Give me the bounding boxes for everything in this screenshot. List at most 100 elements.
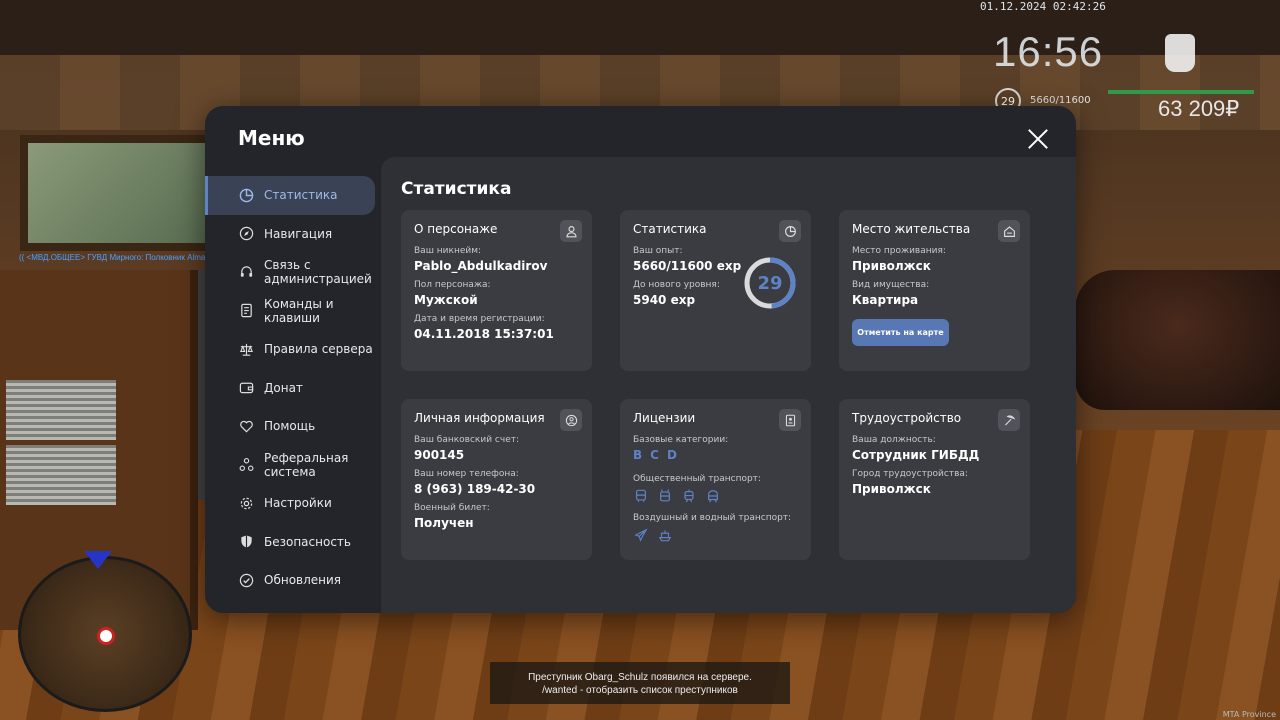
residence-value: Приволжск: [852, 259, 931, 273]
property-type-value: Квартира: [852, 293, 919, 307]
shield-icon: [238, 534, 254, 550]
sidebar-item-statistics[interactable]: Статистика: [205, 176, 375, 215]
card-title: Личная информация: [414, 411, 545, 425]
metro-icon: [705, 488, 720, 503]
military-id-value: Получен: [414, 516, 474, 530]
sidebar-item-label: Настройки: [264, 496, 332, 511]
field-label: Базовые категории:: [633, 435, 729, 445]
bus-icon: [633, 488, 648, 503]
show-on-map-button[interactable]: Отметить на карте: [852, 319, 949, 346]
health-bar: [1108, 90, 1254, 94]
player-marker-icon: [97, 627, 115, 645]
field-label: Ваш номер телефона:: [414, 469, 519, 479]
notification-line: /wanted - отобразить список преступников: [542, 685, 738, 696]
field-label: Место проживания:: [852, 246, 946, 256]
paper-stack: [6, 380, 116, 440]
card-title: Место жительства: [852, 222, 971, 236]
licenses-card: Лицензии Базовые категории: B C D Общест…: [620, 399, 811, 560]
gear-icon: [238, 495, 254, 511]
notification-line: Преступник Obarg_Schulz появился на серв…: [528, 672, 752, 683]
headset-icon: [238, 264, 254, 280]
tram-icon: [681, 488, 696, 503]
field-label: Общественный транспорт:: [633, 474, 761, 484]
airplane-icon: [633, 527, 648, 542]
sidebar-item-label: Помощь: [264, 419, 316, 434]
field-label: Вид имущества:: [852, 280, 930, 290]
field-label: Ваша должность:: [852, 435, 936, 445]
sidebar-item-rules[interactable]: Правила сервера: [205, 330, 381, 369]
work-city-value: Приволжск: [852, 482, 931, 496]
license-category: B: [633, 448, 643, 462]
sidebar-item-security[interactable]: Безопасность: [205, 523, 381, 562]
page-title: Статистика: [401, 179, 512, 199]
field-label: Воздушный и водный транспорт:: [633, 513, 792, 523]
id-card-icon: [779, 409, 801, 431]
menu-window: Меню Статистика Навигация Связь с админи…: [205, 106, 1076, 613]
sidebar-item-label: Безопасность: [264, 534, 351, 549]
hud-money: 63 209₽: [1158, 96, 1240, 121]
pie-chart-icon: [779, 220, 801, 242]
employment-card: Трудоустройство Ваша должность: Сотрудни…: [839, 399, 1030, 560]
sidebar-item-label: Правила сервера: [264, 342, 373, 357]
minimap: [18, 551, 192, 712]
sidebar-item-help[interactable]: Помощь: [205, 407, 381, 446]
level-progress-ring: 29: [743, 256, 797, 310]
registration-value: 04.11.2018 15:37:01: [414, 327, 554, 341]
fist-icon: [1165, 34, 1195, 72]
sidebar-item-settings[interactable]: Настройки: [205, 484, 381, 523]
sidebar-item-donate[interactable]: Донат: [205, 369, 381, 408]
gender-value: Мужской: [414, 293, 478, 307]
sidebar: Статистика Навигация Связь с администрац…: [205, 176, 381, 600]
position-value: Сотрудник ГИБДД: [852, 448, 980, 462]
user-icon: [560, 220, 582, 242]
hud-time: 16:56: [993, 28, 1104, 75]
sidebar-item-label: Статистика: [264, 188, 338, 203]
hud-datetime: 01.12.2024 02:42:26: [980, 0, 1106, 13]
server-name: MTA Province: [1222, 710, 1276, 719]
house-icon: [998, 220, 1020, 242]
hud-exp: 5660/11600: [1030, 95, 1091, 106]
sidebar-item-label: Команды и клавиши: [264, 296, 334, 325]
card-title: Статистика: [633, 222, 707, 236]
field-label: Военный билет:: [414, 503, 490, 513]
pie-chart-icon: [238, 187, 254, 203]
sidebar-item-updates[interactable]: Обновления: [205, 561, 381, 600]
field-label: Ваш никнейм:: [414, 246, 482, 256]
personal-info-card: Личная информация Ваш банковский счет: 9…: [401, 399, 592, 560]
stats-card: Статистика Ваш опыт: 5660/11600 exp До н…: [620, 210, 811, 371]
residence-card: Место жительства Место проживания: Приво…: [839, 210, 1030, 371]
license-category: D: [666, 448, 677, 462]
close-button[interactable]: [1027, 128, 1049, 150]
character-card: О персонаже Ваш никнейм: Pablo_Abdulkadi…: [401, 210, 592, 371]
sidebar-item-referral[interactable]: Реферальная система: [205, 446, 381, 485]
bank-account-value: 900145: [414, 448, 465, 462]
trolleybus-icon: [657, 488, 672, 503]
card-title: Трудоустройство: [852, 411, 962, 425]
card-title: Лицензии: [633, 411, 696, 425]
sidebar-item-label: Навигация: [264, 226, 333, 241]
sidebar-item-label: Обновления: [264, 573, 342, 588]
phone-value: 8 (963) 189-42-30: [414, 482, 536, 496]
north-marker-icon: [84, 551, 112, 569]
license-category: C: [650, 448, 659, 462]
heart-hand-icon: [238, 418, 254, 434]
sidebar-item-label: Связь с администрацией: [264, 258, 372, 287]
document-icon: [238, 303, 254, 319]
field-label: Пол персонажа:: [414, 280, 491, 290]
user-circle-icon: [560, 409, 582, 431]
sidebar-item-navigation[interactable]: Навигация: [205, 215, 381, 254]
air-water-licenses: [633, 527, 798, 542]
sidebar-item-contact-admin[interactable]: Связь с администрацией: [205, 253, 381, 292]
network-icon: [238, 457, 254, 473]
paper-stack: [6, 445, 116, 505]
leather-sofa: [1075, 270, 1280, 410]
public-transport-licenses: [633, 488, 798, 503]
sidebar-item-commands[interactable]: Команды и клавиши: [205, 292, 381, 331]
card-title: О персонаже: [414, 222, 498, 236]
server-notification: Преступник Obarg_Schulz появился на серв…: [490, 662, 790, 704]
window: [20, 135, 236, 251]
field-label: Дата и время регистрации:: [414, 314, 545, 324]
nickname-value: Pablo_Abdulkadirov: [414, 259, 548, 273]
field-label: Ваш опыт:: [633, 246, 683, 256]
check-circle-icon: [238, 572, 254, 588]
